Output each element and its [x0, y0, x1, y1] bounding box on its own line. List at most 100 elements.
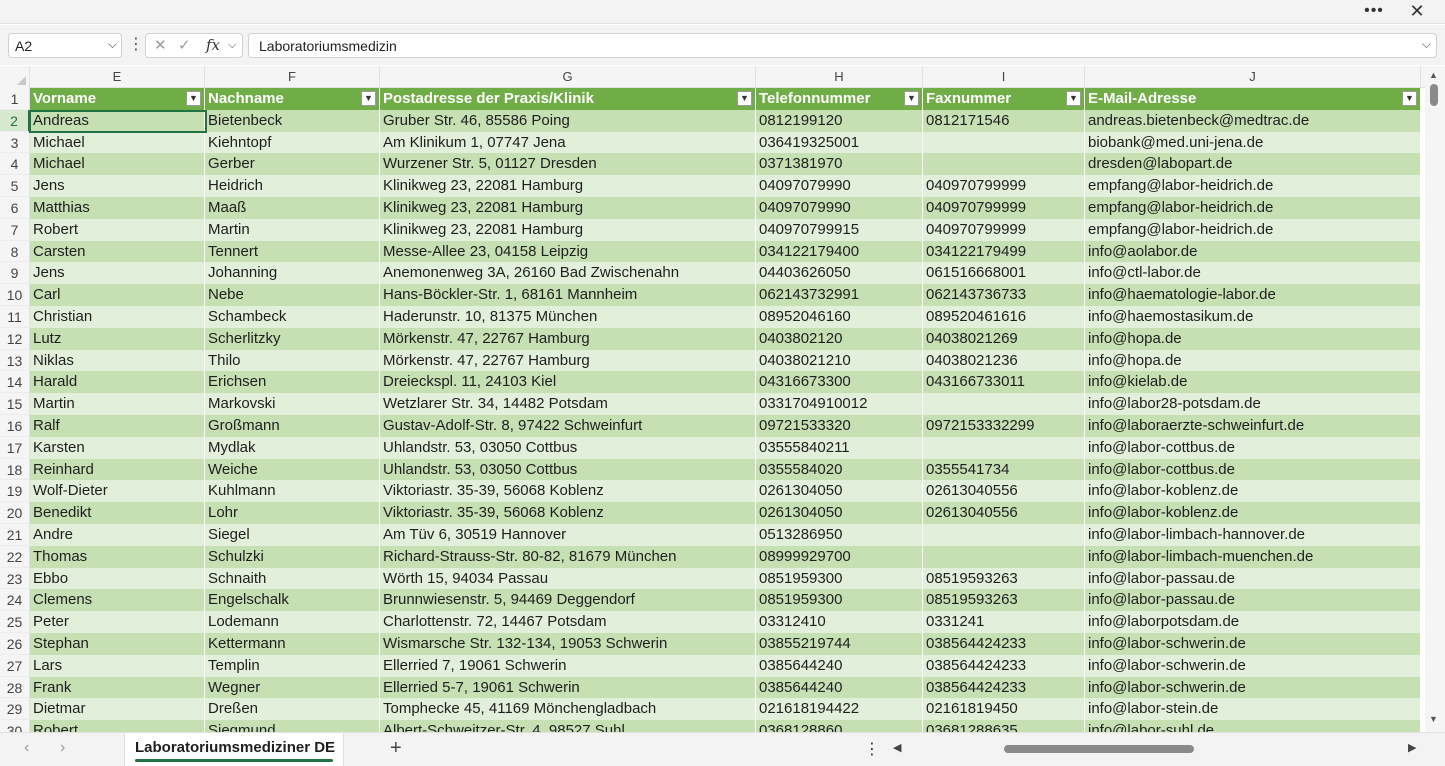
- cell[interactable]: Viktoriastr. 35-39, 56068 Koblenz: [380, 480, 756, 503]
- cell[interactable]: 038564424233: [923, 654, 1085, 677]
- cell[interactable]: info@labor-passau.de: [1085, 589, 1421, 612]
- cell[interactable]: 04403626050: [756, 262, 923, 285]
- cell[interactable]: Niklas: [30, 349, 205, 372]
- row-number[interactable]: 2: [0, 109, 30, 132]
- cell[interactable]: 036419325001: [756, 131, 923, 154]
- cell[interactable]: info@labor-stein.de: [1085, 698, 1421, 721]
- insert-function-icon[interactable]: fx: [206, 36, 220, 54]
- cell[interactable]: Postadresse der Praxis/Klinik ▼: [380, 88, 756, 110]
- cell[interactable]: empfang@labor-heidrich.de: [1085, 218, 1421, 241]
- cell[interactable]: 0355584020: [756, 458, 923, 481]
- cell[interactable]: 0812199120: [756, 109, 923, 132]
- row-number[interactable]: 12: [0, 327, 30, 350]
- cell[interactable]: Karsten: [30, 436, 205, 459]
- cell[interactable]: Anemonenweg 3A, 26160 Bad Zwischenahn: [380, 262, 756, 285]
- cell[interactable]: Telefonnummer ▼: [756, 88, 923, 110]
- cell[interactable]: Großmann: [205, 415, 380, 437]
- cell[interactable]: 061516668001: [923, 262, 1085, 285]
- cell[interactable]: 0331241: [923, 611, 1085, 633]
- cell[interactable]: Robert: [30, 720, 205, 732]
- cell[interactable]: 04038021210: [756, 349, 923, 372]
- cell[interactable]: Dietmar: [30, 698, 205, 721]
- cell[interactable]: 062143732991: [756, 284, 923, 306]
- cell[interactable]: Clemens: [30, 589, 205, 612]
- cell[interactable]: Bietenbeck: [205, 109, 380, 132]
- cell[interactable]: [923, 131, 1085, 154]
- cell[interactable]: Nachname ▼: [205, 88, 380, 110]
- cell[interactable]: Dreßen: [205, 698, 380, 721]
- cell[interactable]: Siegmund: [205, 720, 380, 732]
- cell[interactable]: 038564424233: [923, 676, 1085, 699]
- cell[interactable]: 04316673300: [756, 371, 923, 394]
- cell[interactable]: 03555840211: [756, 436, 923, 459]
- cell[interactable]: 04038021236: [923, 349, 1085, 372]
- cell[interactable]: 034122179499: [923, 240, 1085, 263]
- cell[interactable]: 0385644240: [756, 676, 923, 699]
- cell[interactable]: 034122179400: [756, 240, 923, 263]
- cell[interactable]: Thomas: [30, 545, 205, 568]
- cell[interactable]: Klinikweg 23, 22081 Hamburg: [380, 197, 756, 219]
- cell[interactable]: 0513286950: [756, 524, 923, 546]
- cell[interactable]: 062143736733: [923, 284, 1085, 306]
- cell[interactable]: Ellerried 7, 19061 Schwerin: [380, 654, 756, 677]
- cell[interactable]: Ebbo: [30, 567, 205, 590]
- cell[interactable]: Wolf-Dieter: [30, 480, 205, 503]
- horizontal-scroll-thumb[interactable]: [1004, 745, 1194, 753]
- cell[interactable]: 0261304050: [756, 502, 923, 524]
- filter-dropdown-icon[interactable]: ▼: [361, 91, 376, 106]
- cell[interactable]: 0403802120: [756, 327, 923, 350]
- row-number[interactable]: 10: [0, 284, 30, 306]
- cell[interactable]: 0368128860: [756, 720, 923, 732]
- cell[interactable]: Mörkenstr. 47, 22767 Hamburg: [380, 327, 756, 350]
- cell[interactable]: 02161819450: [923, 698, 1085, 721]
- cell[interactable]: info@haematologie-labor.de: [1085, 284, 1421, 306]
- cell[interactable]: 08519593263: [923, 567, 1085, 590]
- cell[interactable]: info@labor-passau.de: [1085, 567, 1421, 590]
- cell[interactable]: Jens: [30, 262, 205, 285]
- cell[interactable]: Gruber Str. 46, 85586 Poing: [380, 109, 756, 132]
- cell[interactable]: Kuhlmann: [205, 480, 380, 503]
- cell[interactable]: 040970799915: [756, 218, 923, 241]
- more-options-button[interactable]: •••: [1360, 0, 1388, 24]
- cell[interactable]: Wismarsche Str. 132-134, 19053 Schwerin: [380, 633, 756, 655]
- cell[interactable]: 04097079990: [756, 197, 923, 219]
- scroll-right-icon[interactable]: ▶: [1408, 741, 1416, 754]
- cell[interactable]: Martin: [205, 218, 380, 241]
- cell[interactable]: info@hopa.de: [1085, 349, 1421, 372]
- cell[interactable]: Messe-Allee 23, 04158 Leipzig: [380, 240, 756, 263]
- cell[interactable]: 0972153332299: [923, 415, 1085, 437]
- row-number[interactable]: 5: [0, 175, 30, 197]
- cell[interactable]: dresden@labopart.de: [1085, 153, 1421, 176]
- row-number[interactable]: 16: [0, 415, 30, 437]
- cell[interactable]: Templin: [205, 654, 380, 677]
- filter-dropdown-icon[interactable]: ▼: [737, 91, 752, 106]
- cell[interactable]: info@labor-cottbus.de: [1085, 436, 1421, 459]
- cell[interactable]: Ellerried 5-7, 19061 Schwerin: [380, 676, 756, 699]
- row-number[interactable]: 9: [0, 262, 30, 285]
- column-header-g[interactable]: G: [380, 66, 756, 88]
- column-header-f[interactable]: F: [205, 66, 380, 88]
- row-number[interactable]: 24: [0, 589, 30, 612]
- cell[interactable]: info@aolabor.de: [1085, 240, 1421, 263]
- cell[interactable]: Andreas: [30, 109, 205, 132]
- cell[interactable]: info@labor-limbach-hannover.de: [1085, 524, 1421, 546]
- vertical-ellipsis-icon[interactable]: ⋮: [864, 739, 880, 759]
- cell[interactable]: info@kielab.de: [1085, 371, 1421, 394]
- cell[interactable]: info@labor-schwerin.de: [1085, 633, 1421, 655]
- cell[interactable]: 040970799999: [923, 218, 1085, 241]
- cell[interactable]: info@hopa.de: [1085, 327, 1421, 350]
- cell[interactable]: Markovski: [205, 393, 380, 415]
- next-sheet-icon[interactable]: ›: [60, 739, 65, 757]
- cell[interactable]: 02613040556: [923, 502, 1085, 524]
- worksheet-grid[interactable]: EFGHIJ 1 Vorname ▼ Nachname ▼ Postadresse der…: [0, 66, 1425, 732]
- cell[interactable]: info@laborpotsdam.de: [1085, 611, 1421, 633]
- cell[interactable]: 0371381970: [756, 153, 923, 176]
- cell[interactable]: 0851959300: [756, 567, 923, 590]
- previous-sheet-icon[interactable]: ‹: [24, 739, 29, 757]
- column-header-e[interactable]: E: [30, 66, 205, 88]
- cell[interactable]: Wegner: [205, 676, 380, 699]
- row-number[interactable]: 3: [0, 131, 30, 154]
- cell[interactable]: 021618194422: [756, 698, 923, 721]
- cell[interactable]: [923, 393, 1085, 415]
- cell[interactable]: Gerber: [205, 153, 380, 176]
